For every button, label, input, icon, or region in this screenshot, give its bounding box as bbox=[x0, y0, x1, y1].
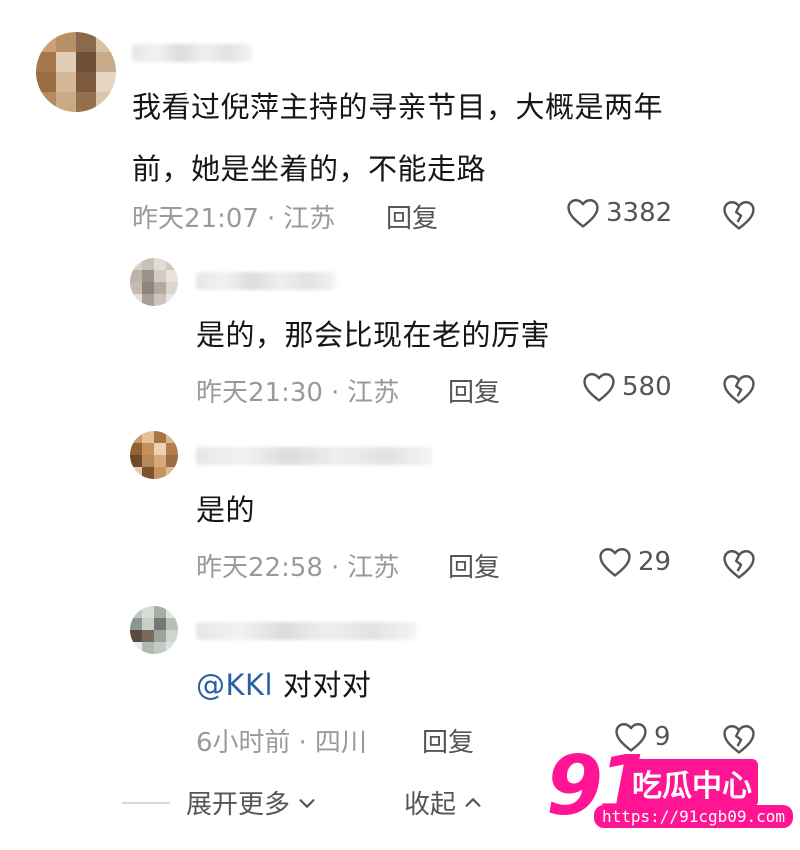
avatar[interactable] bbox=[130, 258, 178, 306]
comment-text-body: 对对对 bbox=[282, 668, 372, 702]
broken-heart-icon[interactable] bbox=[722, 547, 756, 581]
watermark: 91 吃瓜中心 https://91cgb09.com bbox=[540, 739, 794, 835]
comment-time: 昨天21:30 bbox=[196, 378, 323, 408]
like-count: 29 bbox=[638, 547, 672, 577]
watermark-url: https://91cgb09.com bbox=[594, 805, 794, 828]
username-redacted[interactable] bbox=[196, 622, 416, 640]
collapse-label: 收起 bbox=[404, 790, 457, 820]
like-button[interactable]: 3382 bbox=[566, 197, 672, 229]
meta-separator: · bbox=[266, 204, 276, 234]
collapse-button[interactable]: 收起 bbox=[404, 784, 484, 821]
reply-item: 是的，那会比现在老的厉害 昨天21:30 · 江苏 回复 580 bbox=[0, 250, 800, 425]
avatar[interactable] bbox=[36, 32, 116, 112]
reply-button[interactable]: 回复 bbox=[448, 372, 500, 409]
chevron-up-icon bbox=[465, 797, 481, 807]
comment-text: 是的 bbox=[196, 493, 256, 527]
meta-separator: · bbox=[330, 553, 340, 583]
username-redacted[interactable] bbox=[196, 272, 336, 290]
comment-location: 江苏 bbox=[347, 553, 400, 583]
comment-time: 6小时前 bbox=[196, 728, 291, 758]
comment-meta: 昨天21:07 · 江苏 bbox=[132, 198, 335, 235]
comment-location: 江苏 bbox=[347, 378, 400, 408]
expand-more-button[interactable]: 展开更多 bbox=[186, 784, 318, 821]
like-button[interactable]: 580 bbox=[582, 371, 672, 403]
meta-separator: · bbox=[330, 378, 340, 408]
comment-meta: 昨天21:30 · 江苏 bbox=[196, 372, 399, 409]
heart-outline-icon bbox=[583, 373, 615, 402]
divider bbox=[122, 802, 170, 804]
username-redacted[interactable] bbox=[132, 44, 252, 62]
like-button[interactable]: 29 bbox=[598, 546, 671, 578]
comment-text-line: 前，她是坐着的，不能走路 bbox=[132, 152, 487, 186]
comment-text-line: 我看过倪萍主持的寻亲节目，大概是两年 bbox=[132, 90, 664, 124]
comment-text: @KKl 对对对 bbox=[196, 654, 371, 716]
broken-heart-icon[interactable] bbox=[722, 372, 756, 406]
watermark-label: 吃瓜中心 bbox=[626, 759, 758, 807]
reply-button[interactable]: 回复 bbox=[386, 198, 438, 235]
username-redacted[interactable] bbox=[196, 447, 432, 465]
reply-item: 是的 昨天22:58 · 江苏 回复 29 bbox=[0, 425, 800, 600]
expand-more-label: 展开更多 bbox=[186, 790, 291, 820]
broken-heart-icon[interactable] bbox=[722, 198, 756, 232]
comment-item: 我看过倪萍主持的寻亲节目，大概是两年 前，她是坐着的，不能走路 昨天21:07 ·… bbox=[0, 0, 800, 250]
meta-separator: · bbox=[298, 728, 307, 758]
reply-button[interactable]: 回复 bbox=[422, 722, 474, 759]
heart-outline-icon bbox=[567, 199, 599, 228]
comment-meta: 6小时前 · 四川 bbox=[196, 722, 367, 759]
comment-text: 我看过倪萍主持的寻亲节目，大概是两年 前，她是坐着的，不能走路 bbox=[132, 76, 663, 200]
comment-location: 四川 bbox=[314, 728, 367, 758]
chevron-down-icon bbox=[299, 798, 315, 808]
avatar[interactable] bbox=[130, 431, 178, 479]
like-count: 3382 bbox=[606, 198, 673, 228]
comment-text: 是的，那会比现在老的厉害 bbox=[196, 318, 551, 352]
mention-link[interactable]: @KKl bbox=[196, 668, 273, 702]
comment-meta: 昨天22:58 · 江苏 bbox=[196, 547, 399, 584]
heart-outline-icon bbox=[599, 548, 631, 577]
avatar[interactable] bbox=[130, 606, 178, 654]
comment-time: 昨天21:07 bbox=[132, 204, 259, 234]
comment-location: 江苏 bbox=[283, 204, 336, 234]
comment-time: 昨天22:58 bbox=[196, 553, 323, 583]
like-count: 580 bbox=[622, 372, 672, 402]
reply-button[interactable]: 回复 bbox=[448, 547, 500, 584]
